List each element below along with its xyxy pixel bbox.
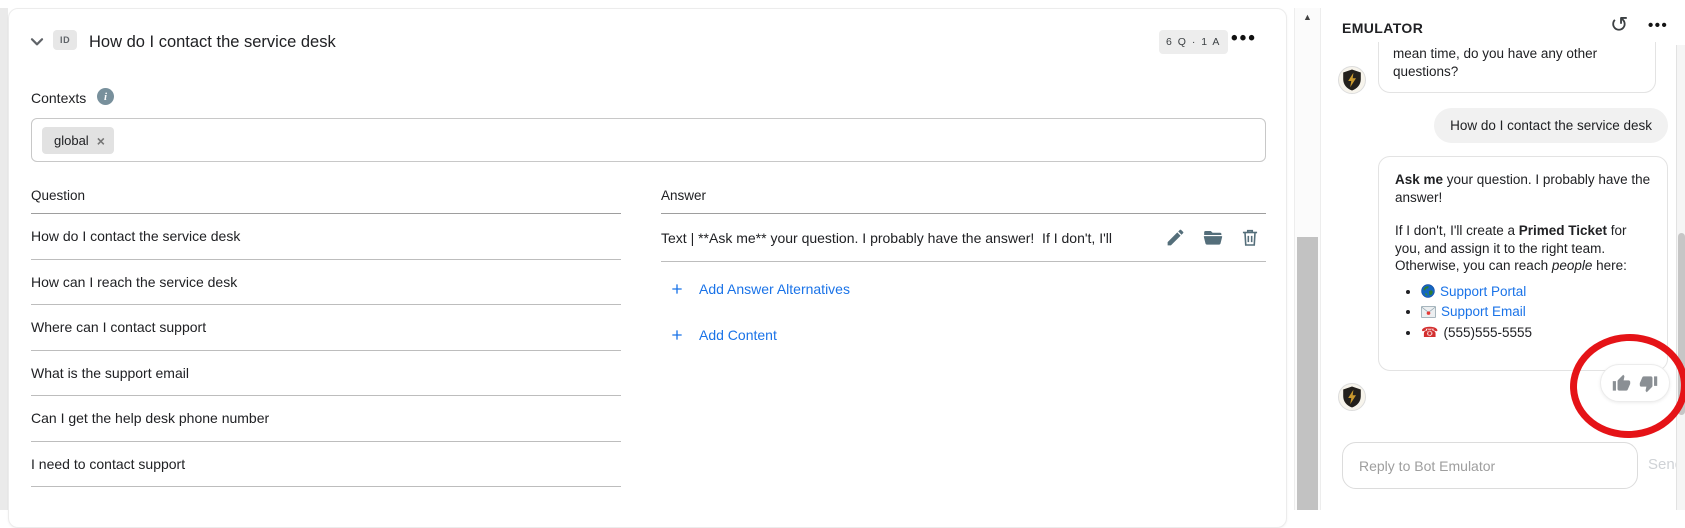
list-item: Support Email [1421,303,1651,323]
list-item: Support Portal [1421,283,1651,303]
edit-pencil-icon[interactable] [1165,227,1186,248]
collapse-chevron-icon[interactable] [26,31,48,53]
bot-logo-icon [1342,386,1362,408]
context-chip-global[interactable]: global × [42,127,114,154]
bot-avatar [1338,383,1366,411]
question-text: How can I reach the service desk [31,274,237,290]
context-chip-label: global [54,133,89,148]
user-message-text: How do I contact the service desk [1450,118,1652,133]
answer-row[interactable]: Text | **Ask me** your question. I proba… [661,214,1266,262]
folder-icon[interactable] [1202,227,1224,248]
faq-overflow-menu-icon[interactable]: ••• [1231,29,1257,48]
emulator-vertical-scrollbar[interactable] [1676,45,1685,510]
add-content-label: Add Content [699,327,777,343]
question-row[interactable]: How do I contact the service desk [31,214,621,260]
chip-remove-icon[interactable]: × [97,134,105,148]
emulator-title: EMULATOR [1342,20,1423,36]
scroll-up-arrow-icon[interactable]: ▲ [1295,12,1320,22]
main-vertical-scrollbar[interactable]: ▲ [1294,8,1321,510]
question-row[interactable]: I need to contact support [31,442,621,488]
email-icon [1421,305,1436,323]
answer-paragraph-2: If I don't, I'll create a Primed Ticket … [1395,222,1651,275]
globe-icon [1421,284,1435,303]
contact-options-list: Support Portal Support Email ☎ (555)555-5… [1395,283,1651,342]
answer-column-header: Answer [661,188,706,203]
phone-icon: ☎ [1421,324,1438,340]
faq-card: ID How do I contact the service desk 6 Q… [8,8,1287,528]
question-column-header: Question [31,188,85,203]
contexts-label: Contexts [31,90,86,106]
id-badge: ID [53,30,77,50]
question-row[interactable]: Can I get the help desk phone number [31,396,621,442]
user-message: How do I contact the service desk [1434,108,1668,143]
support-email-link[interactable]: Support Email [1441,304,1526,319]
page-left-gutter [0,8,8,510]
plus-icon [669,281,685,297]
question-row[interactable]: Where can I contact support [31,305,621,351]
question-row[interactable]: How can I reach the service desk [31,260,621,306]
emulator-overflow-menu-icon[interactable]: ••• [1648,17,1668,34]
reset-conversation-icon[interactable]: ↺ [1610,12,1628,38]
bot-message-partial: mean time, do you have any other questio… [1378,42,1656,93]
scrollbar-thumb[interactable] [1297,237,1318,510]
answer-text: Text | **Ask me** your question. I proba… [661,230,1155,246]
question-text: What is the support email [31,365,189,381]
support-portal-link[interactable]: Support Portal [1440,284,1526,299]
question-text: I need to contact support [31,456,185,472]
trash-icon[interactable] [1240,227,1260,248]
question-list: How do I contact the service desk How ca… [31,214,621,487]
bot-message-text: mean time, do you have any other questio… [1393,46,1597,79]
question-answer-count-badge: 6 Q · 1 A [1159,30,1228,54]
add-answer-alternatives-label: Add Answer Alternatives [699,281,850,297]
emulator-panel: EMULATOR ↺ ••• mean time, do you have an… [1330,0,1685,510]
support-phone-number: (555)555-5555 [1443,325,1532,340]
bot-logo-icon [1342,69,1362,91]
contexts-input[interactable]: global × [31,118,1266,162]
info-icon[interactable]: i [97,88,114,105]
question-text: How do I contact the service desk [31,228,240,244]
question-row[interactable]: What is the support email [31,351,621,397]
bot-avatar [1338,66,1366,94]
question-text: Where can I contact support [31,319,206,335]
add-answer-alternatives-button[interactable]: Add Answer Alternatives [669,281,850,297]
faq-title: How do I contact the service desk [89,32,336,52]
question-text: Can I get the help desk phone number [31,410,269,426]
plus-icon [669,327,685,343]
add-content-button[interactable]: Add Content [669,327,777,343]
reply-input[interactable] [1342,442,1638,489]
answer-paragraph-1: Ask me your question. I probably have th… [1395,171,1651,206]
